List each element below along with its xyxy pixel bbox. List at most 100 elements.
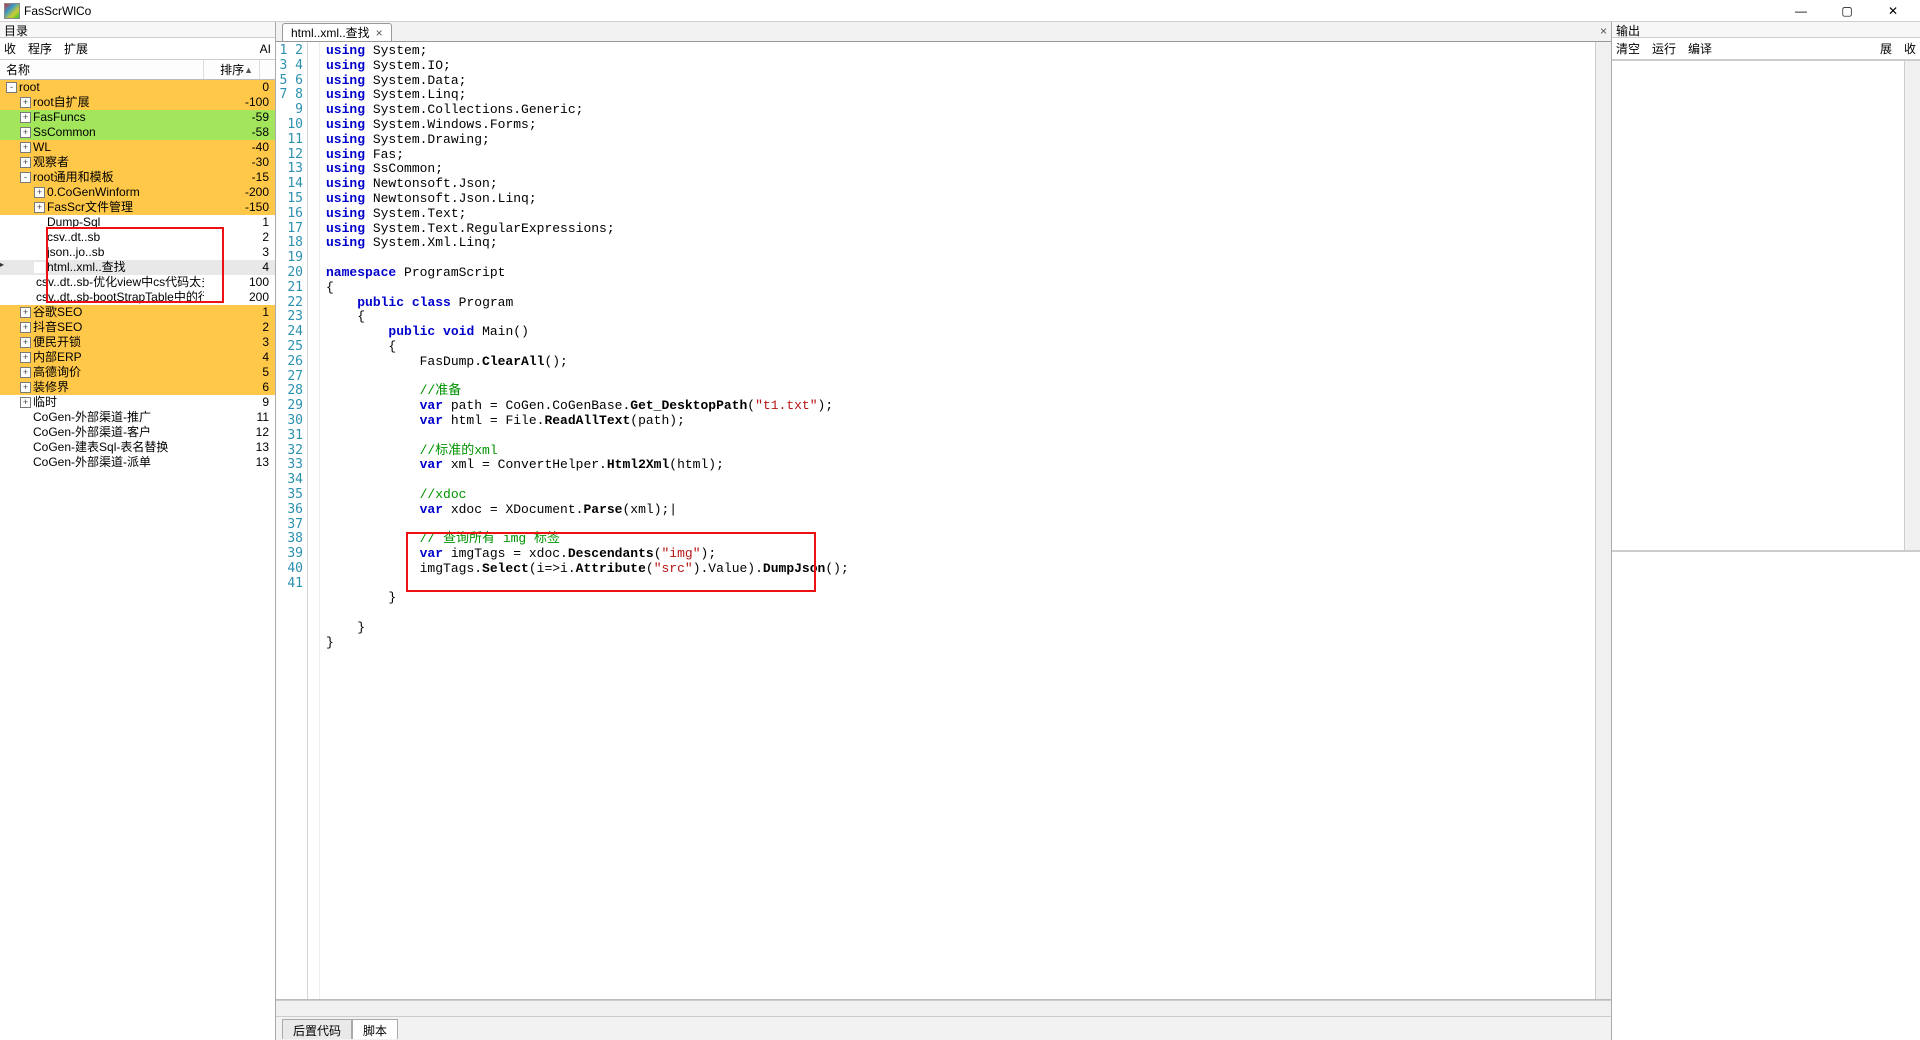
line-gutter: 1 2 3 4 5 6 7 8 9 10 11 12 13 14 15 16 1… <box>276 42 308 999</box>
expand-icon[interactable]: + <box>20 157 31 168</box>
collapse-button[interactable]: 收 <box>4 40 16 57</box>
program-button[interactable]: 程序 <box>28 40 52 57</box>
run-button[interactable]: 运行 <box>1652 40 1676 57</box>
tree-row[interactable]: +高德询价5 <box>0 365 275 380</box>
tabbar-close-icon[interactable]: × <box>1600 24 1607 38</box>
tree-row[interactable]: html..xml..查找 4 <box>0 260 275 275</box>
tree-row-value: 100 <box>229 275 275 290</box>
tab-close-icon[interactable]: × <box>376 26 383 40</box>
tree-row[interactable]: -root通用和模板-15 <box>0 170 275 185</box>
fold-column[interactable] <box>308 42 320 999</box>
tree-row-label: SsCommon <box>33 125 96 140</box>
code-editor[interactable]: using System; using System.IO; using Sys… <box>320 42 1611 999</box>
clear-button[interactable]: 清空 <box>1616 40 1640 57</box>
tree-row-label: csv..dt..sb-bootStrapTable中的行 <box>36 290 204 305</box>
tree-row[interactable]: +临时9 <box>0 395 275 410</box>
tree-row-label: 抖音SEO <box>33 320 82 335</box>
tree-row-value: -150 <box>229 200 275 215</box>
tree-row-value: -15 <box>229 170 275 185</box>
tree-row[interactable]: +装修界6 <box>0 380 275 395</box>
editor-scrollbar-horizontal[interactable] <box>276 1000 1611 1016</box>
tree-row-label: 装修界 <box>33 380 69 395</box>
tree-row-value: 11 <box>229 410 275 425</box>
output-scrollbar[interactable] <box>1904 61 1920 550</box>
expand-icon[interactable]: + <box>20 97 31 108</box>
output-area-top[interactable] <box>1612 60 1920 550</box>
tree-row[interactable]: +root自扩展-100 <box>0 95 275 110</box>
tree-row-value: 4 <box>229 260 275 275</box>
column-name[interactable]: 名称 <box>0 60 204 79</box>
tree-row-value: 1 <box>229 305 275 320</box>
tree-row-label: 高德询价 <box>33 365 81 380</box>
tree-row[interactable]: Dump-Sql1 <box>0 215 275 230</box>
expand-icon[interactable]: + <box>20 397 31 408</box>
tree-row[interactable]: json..jo..sb3 <box>0 245 275 260</box>
collapse-icon[interactable]: - <box>20 172 31 183</box>
tree-row[interactable]: CoGen-建表Sql-表名替换13 <box>0 440 275 455</box>
tree-row[interactable]: CoGen-外部渠道-客户12 <box>0 425 275 440</box>
tree-row[interactable]: +0.CoGenWinform-200 <box>0 185 275 200</box>
collapse-output-button[interactable]: 收 <box>1904 40 1916 57</box>
ext-button[interactable]: 扩展 <box>64 40 88 57</box>
editor-tab[interactable]: html..xml..查找 × <box>282 23 392 41</box>
maximize-button[interactable]: ▢ <box>1824 1 1870 21</box>
editor-scrollbar-vertical[interactable] <box>1595 42 1611 999</box>
tree-row-label: CoGen-外部渠道-派单 <box>33 455 151 470</box>
tree-row-label: FasFuncs <box>33 110 86 125</box>
tree-row-value: -30 <box>229 155 275 170</box>
tree-row[interactable]: CoGen-外部渠道-推广 11 <box>0 410 275 425</box>
expand-icon[interactable]: + <box>20 322 31 333</box>
expand-icon[interactable]: + <box>20 367 31 378</box>
tree-row[interactable]: +FasScr文件管理 -150 <box>0 200 275 215</box>
expand-icon[interactable]: + <box>20 352 31 363</box>
expand-icon[interactable]: + <box>20 112 31 123</box>
tree-row-value: 2 <box>229 320 275 335</box>
tree-row-value: 4 <box>229 350 275 365</box>
close-button[interactable]: ✕ <box>1870 1 1916 21</box>
directory-tree[interactable]: -root0+root自扩展-100+FasFuncs-59+SsCommon-… <box>0 80 275 1040</box>
tree-row-label: html..xml..查找 <box>47 260 126 275</box>
tree-row-label: 内部ERP <box>33 350 82 365</box>
directory-panel: 目录 收 程序 扩展 AI 名称 排序▲ -root0+root自扩展-100+… <box>0 22 276 1040</box>
tree-row[interactable]: -root0 <box>0 80 275 95</box>
tree-row[interactable]: CoGen-外部渠道-派单13 <box>0 455 275 470</box>
expand-icon[interactable]: + <box>34 202 45 213</box>
column-sort[interactable]: 排序▲ <box>204 60 260 79</box>
tree-row[interactable]: +谷歌SEO1 <box>0 305 275 320</box>
tree-row-label: Dump-Sql <box>47 215 100 230</box>
tree-row-value: -58 <box>229 125 275 140</box>
tree-row[interactable]: +观察者-30 <box>0 155 275 170</box>
tree-row-label: FasScr文件管理 <box>47 200 133 215</box>
tree-row[interactable]: +FasFuncs -59 <box>0 110 275 125</box>
collapse-icon[interactable]: - <box>6 82 17 93</box>
tree-row[interactable]: +SsCommon -58 <box>0 125 275 140</box>
tree-row[interactable]: csv..dt..sb-bootStrapTable中的行200 <box>0 290 275 305</box>
tree-row-value: 2 <box>229 230 275 245</box>
expand-icon[interactable]: + <box>20 127 31 138</box>
tab-script[interactable]: 脚本 <box>352 1019 398 1039</box>
expand-icon[interactable]: + <box>20 142 31 153</box>
expand-icon[interactable]: + <box>20 337 31 348</box>
expand-icon[interactable]: + <box>20 307 31 318</box>
tree-row-value: 3 <box>229 335 275 350</box>
tree-row[interactable]: +便民开锁3 <box>0 335 275 350</box>
expand-button[interactable]: 展 <box>1880 40 1892 57</box>
minimize-button[interactable]: — <box>1778 1 1824 21</box>
expand-icon[interactable]: + <box>34 187 45 198</box>
tree-row-value: 13 <box>229 440 275 455</box>
editor-bottom-tabs: 后置代码 脚本 <box>276 1016 1611 1040</box>
tree-row[interactable]: +内部ERP 4 <box>0 350 275 365</box>
tree-row-label: CoGen-外部渠道-推广 <box>33 410 151 425</box>
tree-row[interactable]: +WL-40 <box>0 140 275 155</box>
tree-row-value: 0 <box>229 80 275 95</box>
tree-row[interactable]: csv..dt..sb-优化view中cs代码太多100 <box>0 275 275 290</box>
tab-back-code[interactable]: 后置代码 <box>282 1019 352 1039</box>
output-area-bottom[interactable] <box>1612 552 1920 1040</box>
compile-button[interactable]: 编译 <box>1688 40 1712 57</box>
ai-button[interactable]: AI <box>260 42 271 56</box>
tree-row-value: -59 <box>229 110 275 125</box>
tree-row[interactable]: csv..dt..sb2 <box>0 230 275 245</box>
row-marker-icon: ▸ <box>0 257 4 271</box>
expand-icon[interactable]: + <box>20 382 31 393</box>
tree-row[interactable]: +抖音SEO 2 <box>0 320 275 335</box>
